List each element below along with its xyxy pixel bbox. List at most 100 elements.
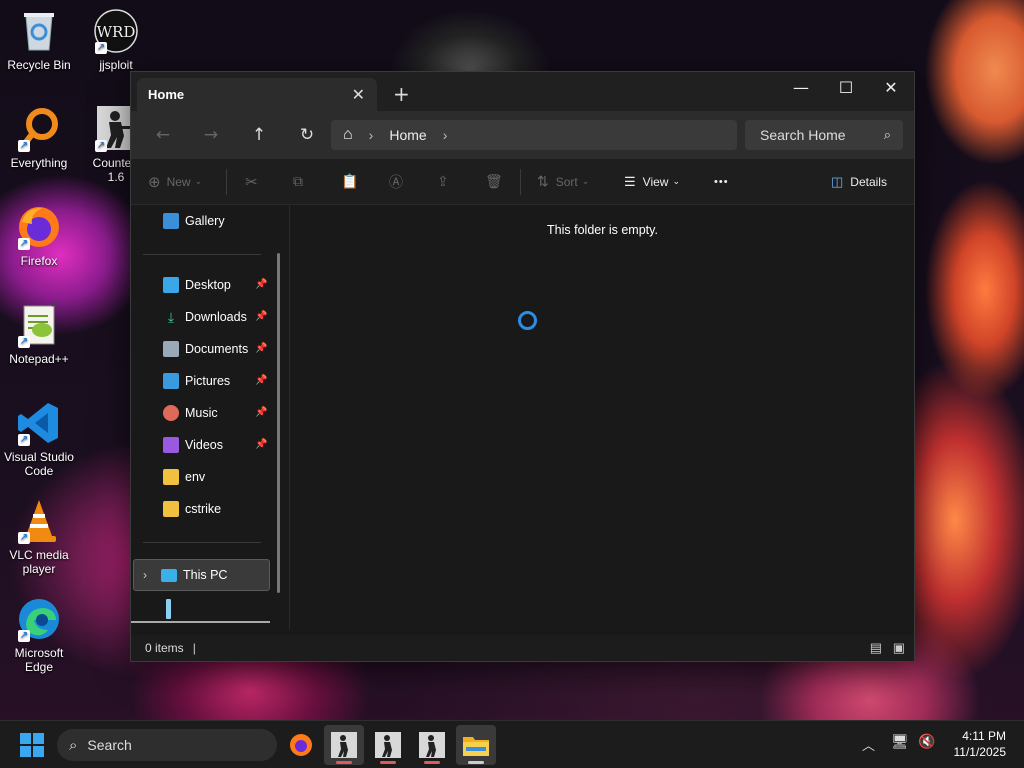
details-button[interactable]: ◫ Details	[831, 174, 887, 190]
start-windows-icon[interactable]	[20, 733, 44, 760]
search-box[interactable]: Search Home ⌕	[745, 120, 903, 150]
more-options-button[interactable]: •••	[714, 176, 729, 188]
desktop-icon-label: VLC media player	[9, 548, 69, 576]
close-button[interactable]: ✕	[868, 72, 914, 102]
search-icon: ⌕	[69, 736, 78, 754]
jjsploit-logo-icon: WRD ↗	[93, 8, 139, 54]
pin-icon[interactable]: 📌	[255, 343, 267, 354]
search-icon: ⌕	[883, 127, 891, 142]
system-clock[interactable]: 4:11 PM 11/1/2025	[954, 728, 1007, 760]
nav-item-music[interactable]: Music	[163, 401, 218, 425]
desktop-icon-label: Everything	[10, 156, 68, 170]
pane-divider[interactable]	[289, 205, 290, 629]
cut-icon[interactable]: ✂	[245, 173, 258, 191]
counter-strike-icon	[331, 732, 357, 758]
nav-item-cstrike[interactable]: cstrike	[163, 497, 221, 521]
taskbar: ⌕ Search ︿ 🖥 🔇 4:11 PM 11/1/2025	[0, 720, 1024, 768]
pin-icon[interactable]: 📌	[255, 311, 267, 322]
videos-icon	[163, 437, 179, 453]
desktop-icon-notepad-plus-plus[interactable]: ↗ Notepad++	[1, 301, 77, 366]
network-icon[interactable]: 🖥	[891, 734, 909, 750]
taskbar-file-explorer[interactable]	[456, 725, 496, 765]
nav-item-env[interactable]: env	[163, 465, 205, 489]
taskbar-counter-strike-3[interactable]	[412, 725, 452, 765]
nav-item-videos[interactable]: Videos	[163, 433, 223, 457]
details-view-icon[interactable]: ▤	[870, 640, 882, 656]
command-bar: ⊕ New ⌄ ✂ ⧉ 📋 Ⓐ ⇪ 🗑 ⇅ Sort ⌄ ☰ View ⌄ ••…	[131, 159, 914, 205]
drive-icon[interactable]	[166, 599, 171, 619]
firefox-icon	[290, 734, 312, 756]
pin-icon[interactable]: 📌	[255, 439, 267, 450]
status-bar: 0 items | ▤ ▣	[131, 635, 914, 661]
back-arrow-icon[interactable]: ←	[139, 117, 187, 153]
tab-close-icon[interactable]: ✕	[352, 85, 365, 105]
chevron-down-icon: ⌄	[672, 176, 680, 186]
breadcrumb-separator-icon: ›	[368, 127, 374, 143]
toolbar-divider	[520, 169, 521, 195]
taskbar-counter-strike-1[interactable]	[324, 725, 364, 765]
nav-item-documents[interactable]: Documents	[163, 337, 248, 361]
navigation-pane: Gallery Desktop 📌 ⤓ Downloads 📌 Document…	[131, 205, 281, 629]
nav-item-gallery[interactable]: Gallery	[163, 209, 225, 233]
chevron-right-icon[interactable]: ›	[143, 568, 147, 582]
sort-button[interactable]: ⇅ Sort ⌄	[537, 173, 589, 190]
nav-item-pictures[interactable]: Pictures	[163, 369, 230, 393]
rename-icon[interactable]: Ⓐ	[389, 172, 403, 192]
pin-icon[interactable]: 📌	[255, 407, 267, 418]
horizontal-scrollbar[interactable]	[131, 621, 270, 623]
status-divider: |	[192, 641, 196, 655]
up-arrow-icon[interactable]: ↑	[235, 117, 283, 153]
everything-search-icon: ↗	[16, 106, 62, 152]
maximize-button[interactable]: ☐	[823, 72, 869, 102]
breadcrumb-chevron-icon[interactable]: ›	[443, 127, 448, 143]
taskbar-search-box[interactable]: ⌕ Search	[57, 729, 277, 761]
music-note-icon	[163, 405, 179, 421]
forward-arrow-icon[interactable]: →	[187, 117, 235, 153]
file-explorer-window: Home ✕ + — ☐ ✕ ← → ↑ ↻ ⌂ › Home › Search…	[130, 71, 915, 662]
new-button[interactable]: ⊕ New ⌄	[148, 173, 202, 191]
delete-icon[interactable]: 🗑	[485, 173, 503, 190]
desktop-icon-everything[interactable]: ↗ Everything	[1, 106, 77, 170]
taskbar-firefox[interactable]	[281, 725, 321, 765]
breadcrumb-home[interactable]: Home	[389, 127, 426, 143]
desktop-icon-vlc[interactable]: ↗ VLC media player	[1, 498, 77, 576]
item-count: 0 items	[145, 641, 184, 655]
vscode-icon: ↗	[16, 400, 62, 446]
desktop-icon-firefox[interactable]: ↗ Firefox	[1, 204, 77, 268]
volume-muted-icon[interactable]: 🔇	[918, 734, 935, 750]
loading-spinner-icon	[518, 311, 537, 330]
search-input[interactable]: Search Home	[760, 127, 846, 143]
desktop-icon-label: jjsploit	[99, 58, 133, 72]
desktop-icon-edge[interactable]: ↗ Microsoft Edge	[1, 596, 77, 674]
nav-item-downloads[interactable]: ⤓ Downloads	[163, 305, 247, 329]
counter-strike-icon	[419, 732, 445, 758]
recycle-bin-icon	[16, 8, 62, 54]
new-tab-button[interactable]: +	[393, 82, 410, 106]
nav-item-desktop[interactable]: Desktop	[163, 273, 231, 297]
minimize-button[interactable]: —	[778, 72, 824, 102]
shortcut-arrow-icon: ↗	[95, 42, 107, 54]
tab-home[interactable]: Home ✕	[137, 78, 377, 111]
view-list-icon: ☰	[624, 173, 636, 189]
title-bar[interactable]: Home ✕ + — ☐ ✕	[131, 72, 914, 111]
desktop-icon-recycle-bin[interactable]: Recycle Bin	[1, 8, 77, 72]
pin-icon[interactable]: 📌	[255, 279, 267, 290]
address-bar[interactable]: ⌂ › Home ›	[331, 120, 737, 150]
folder-icon	[163, 469, 179, 485]
folder-icon	[163, 501, 179, 517]
desktop-icon-vscode[interactable]: ↗ Visual Studio Code	[1, 400, 77, 478]
desktop-icon-jjsploit[interactable]: WRD ↗ jjsploit	[78, 8, 154, 72]
taskbar-counter-strike-2[interactable]	[368, 725, 408, 765]
paste-icon[interactable]: 📋	[341, 173, 358, 190]
refresh-icon[interactable]: ↻	[283, 117, 331, 153]
view-button[interactable]: ☰ View ⌄	[624, 174, 680, 190]
show-hidden-icons-chevron-icon[interactable]: ︿	[862, 735, 875, 754]
nav-item-this-pc[interactable]: › This PC	[133, 559, 270, 591]
tiles-view-icon[interactable]: ▣	[893, 640, 905, 656]
copy-icon[interactable]: ⧉	[293, 173, 303, 190]
desktop-icon-label: Firefox	[20, 254, 58, 268]
share-icon[interactable]: ⇪	[437, 173, 449, 190]
nav-label: Videos	[185, 438, 223, 452]
nav-pane-scrollbar[interactable]	[277, 253, 280, 593]
pin-icon[interactable]: 📌	[255, 375, 267, 386]
